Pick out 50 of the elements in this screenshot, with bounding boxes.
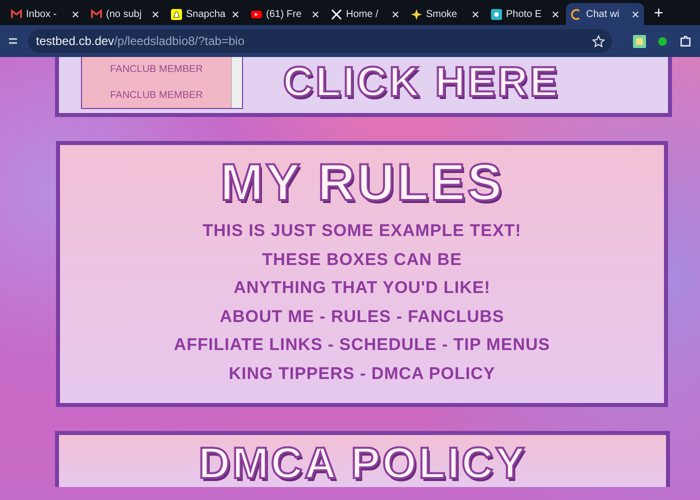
close-icon[interactable] [312,10,319,18]
sparkle-icon [411,8,422,20]
tab-title: Snapcha [186,8,226,20]
list-item: FANCLUB MEMBER [109,64,204,74]
browser-tab[interactable]: Chat wi [566,3,644,25]
bookmark-star-icon[interactable] [592,34,605,48]
text-line: THESE BOXES CAN BE [262,248,462,271]
address-bar[interactable]: testbed.cb.dev/p/leedsladbio8/?tab=bio [28,29,612,53]
panel-heading: DMCA POLICY [198,439,527,489]
ghost-icon [171,8,182,20]
tab-title: (no subj [106,8,143,20]
extension-icon[interactable] [633,34,646,48]
list-item: FANCLUB MEMBER [109,90,204,100]
chat-logo-icon [571,8,582,20]
close-icon[interactable] [232,10,239,18]
tab-title: Smoke [426,8,458,20]
scrollbar[interactable] [231,57,242,108]
browser-tab[interactable]: Inbox - [6,3,84,25]
browser-tab[interactable]: Home / [326,3,404,25]
photo-app-icon [491,8,502,20]
tab-title: Chat wi [586,8,620,20]
status-dot-icon[interactable] [656,34,669,48]
panel-heading: MY RULES [220,153,504,213]
x-logo-icon [331,8,342,20]
text-line: KING TIPPERS - DMCA POLICY [228,362,496,385]
tab-title: Photo E [506,8,543,20]
browser-tab[interactable]: Smoke [406,3,484,25]
browser-tab[interactable]: (61) Fre [246,3,324,25]
browser-tab[interactable]: Snapcha [166,3,244,25]
tab-title: Home / [346,8,380,20]
text-line: AFFILIATE LINKS - SCHEDULE - TIP MENUS [174,334,550,356]
site-settings-icon[interactable] [8,36,18,46]
text-line: ABOUT ME - RULES - FANCLUBS [220,306,504,328]
tab-title: (61) Fre [266,8,303,20]
mail-icon [91,8,102,20]
text-line: ANYTHING THAT YOU'D LIKE! [234,277,490,300]
close-icon[interactable] [152,10,159,18]
play-icon [251,8,262,20]
mail-icon [11,8,22,20]
text-line: THIS IS JUST SOME EXAMPLE TEXT! [202,220,522,242]
close-icon[interactable] [392,10,399,18]
browser-tab[interactable]: Photo E [486,3,564,25]
close-icon[interactable] [72,10,79,18]
tab-title: Inbox - [26,8,58,20]
puzzle-icon[interactable] [679,34,692,48]
close-icon[interactable] [552,10,559,18]
close-icon[interactable] [472,10,479,18]
close-icon[interactable] [632,10,639,18]
browser-tab[interactable]: (no subj [86,3,164,25]
new-tab-button[interactable]: + [646,3,672,25]
